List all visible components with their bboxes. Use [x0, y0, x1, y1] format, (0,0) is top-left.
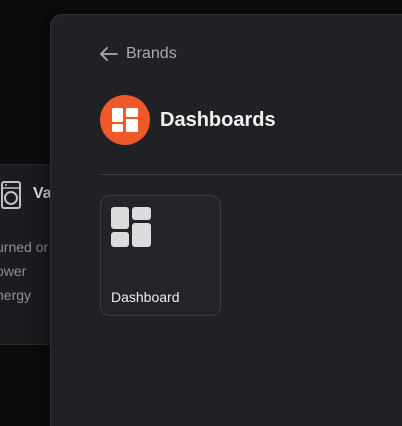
dashboard-grid-icon [111, 207, 151, 247]
back-link-label: Brands [126, 45, 177, 62]
background-card-line-3: nergy [0, 287, 32, 303]
dashboard-tile[interactable]: Dashboard [100, 195, 221, 316]
panel-header: Dashboards [100, 95, 276, 145]
background-card-line-2: ower [0, 263, 27, 279]
dashboards-panel: Brands Dashboards Dashboard [50, 14, 402, 426]
page-title: Dashboards [160, 108, 276, 131]
dashboard-grid-icon [112, 108, 138, 132]
brand-avatar [100, 95, 150, 145]
arrow-left-icon [100, 47, 118, 61]
back-to-brands-link[interactable]: Brands [100, 45, 177, 63]
header-divider [100, 174, 402, 175]
dashboard-tile-label: Dashboard [111, 289, 180, 305]
screen: Va urned or ower nergy Brands Dashboards [0, 0, 402, 426]
washing-machine-icon [1, 181, 21, 209]
background-card-title: Va [33, 185, 52, 202]
background-card-line-1: urned or [0, 239, 49, 255]
